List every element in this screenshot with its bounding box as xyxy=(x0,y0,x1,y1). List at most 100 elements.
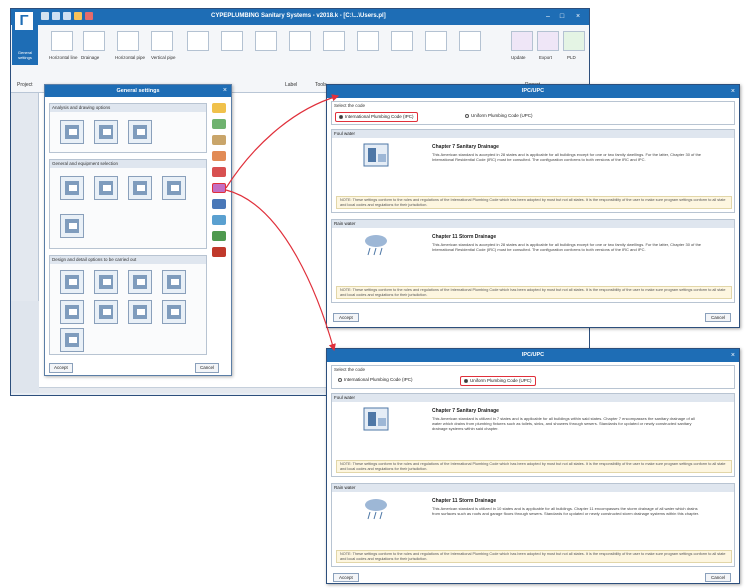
section-equipment: General and equipment selection xyxy=(49,159,207,249)
cancel-button[interactable]: Cancel xyxy=(195,363,220,373)
design-option-6-icon[interactable] xyxy=(94,300,118,324)
horizontal-scrollbar[interactable] xyxy=(39,387,349,393)
undo-icon[interactable] xyxy=(52,12,60,20)
close-icon[interactable]: × xyxy=(223,85,227,97)
accept-button[interactable]: Accept xyxy=(333,313,359,322)
radio-selected-icon xyxy=(464,378,468,383)
side-darkgreen-icon[interactable] xyxy=(212,231,226,241)
rain-water-label: Rain water xyxy=(332,484,734,492)
materials-icon[interactable] xyxy=(128,176,152,200)
calculator-icon[interactable] xyxy=(60,120,84,144)
ribbon: Horizontal line Drainage Horizontal pipe… xyxy=(11,25,589,93)
foul-chapter-title: Chapter 7 Sanitary Drainage xyxy=(432,408,499,414)
design-option-4-icon[interactable] xyxy=(162,270,186,294)
tab-label[interactable]: Label xyxy=(281,81,301,91)
sanitary-drainage-icon xyxy=(363,407,389,431)
pipe-icon[interactable] xyxy=(60,176,84,200)
upc-option-label: Uniform Plumbing Code (UPC) xyxy=(471,113,533,118)
radio-icon xyxy=(465,113,469,118)
tool-button-6[interactable] xyxy=(357,31,379,51)
document-icon[interactable] xyxy=(162,176,186,200)
open-icon[interactable] xyxy=(74,12,82,20)
close-icon[interactable]: × xyxy=(731,85,735,98)
tool-button-9[interactable] xyxy=(459,31,481,51)
pld-button[interactable] xyxy=(563,31,585,51)
code-selector: Select the code International Plumbing C… xyxy=(331,101,735,125)
tool-button-2[interactable] xyxy=(221,31,243,51)
ipc-option[interactable]: International Plumbing Code (IPC) xyxy=(335,376,416,384)
side-blue-icon[interactable] xyxy=(212,199,226,209)
rain-chapter-title: Chapter 11 Storm Drainage xyxy=(432,234,497,240)
update-button[interactable] xyxy=(511,31,533,51)
ipc-upc-icon[interactable] xyxy=(212,183,226,193)
foul-water-label: Foul water xyxy=(332,394,734,402)
drainage-label: Drainage xyxy=(81,55,100,60)
rain-chapter-title: Chapter 11 Storm Drainage xyxy=(432,498,497,504)
minimize-button[interactable]: – xyxy=(543,12,553,21)
options-icon[interactable] xyxy=(94,120,118,144)
horizontal-line-button[interactable] xyxy=(51,31,73,51)
side-yellow-icon[interactable] xyxy=(212,103,226,113)
fixtures-icon[interactable] xyxy=(94,176,118,200)
save-icon[interactable] xyxy=(41,12,49,20)
side-darkred-icon[interactable] xyxy=(212,247,226,257)
tab-project[interactable]: Project xyxy=(13,81,37,91)
accept-button[interactable]: Accept xyxy=(333,573,359,582)
side-green-icon[interactable] xyxy=(212,119,226,129)
design-option-5-icon[interactable] xyxy=(60,300,84,324)
export-button[interactable] xyxy=(537,31,559,51)
app-logo[interactable]: Γ xyxy=(13,10,35,32)
tool-button-5[interactable] xyxy=(323,31,345,51)
foul-note: NOTE: These settings conform to the rule… xyxy=(336,196,732,209)
tool-button-8[interactable] xyxy=(425,31,447,51)
tool-button-3[interactable] xyxy=(255,31,277,51)
upc-option-label: Uniform Plumbing Code (UPC) xyxy=(470,378,532,383)
tool-button-1[interactable] xyxy=(187,31,209,51)
drain-icon[interactable] xyxy=(60,214,84,238)
close-button[interactable]: × xyxy=(573,12,583,21)
horizontal-pipe-button[interactable] xyxy=(117,31,139,51)
accept-button[interactable]: Accept xyxy=(49,363,73,373)
upc-option[interactable]: Uniform Plumbing Code (UPC) xyxy=(460,376,536,386)
tool-button-7[interactable] xyxy=(391,31,413,51)
update-label: Update xyxy=(511,55,526,60)
radio-selected-icon xyxy=(339,114,343,119)
ipc-option[interactable]: International Plumbing Code (IPC) xyxy=(335,112,418,122)
foul-water-block: Foul water Chapter 7 Sanitary Drainage T… xyxy=(331,129,735,213)
storm-drainage-icon xyxy=(365,235,387,256)
resize-icon[interactable] xyxy=(128,120,152,144)
side-tan-icon[interactable] xyxy=(212,135,226,145)
side-lightblue-icon[interactable] xyxy=(212,215,226,225)
title-bar: CYPEPLUMBING Sanitary Systems - v2018.k … xyxy=(11,9,589,25)
side-red-icon[interactable] xyxy=(212,167,226,177)
help-icon[interactable] xyxy=(85,12,93,20)
rain-chapter-body: This American standard is utilized in 10… xyxy=(432,506,700,516)
ipc-option-label: International Plumbing Code (IPC) xyxy=(344,377,413,382)
section-equipment-title: General and equipment selection xyxy=(50,160,206,168)
upc-dialog-title: IPC/UPC xyxy=(327,349,739,362)
cancel-button[interactable]: Cancel xyxy=(705,573,732,582)
general-settings-button-label: General settings xyxy=(17,50,33,60)
cancel-button[interactable]: Cancel xyxy=(705,313,732,322)
drainage-button[interactable] xyxy=(83,31,105,51)
design-option-8-icon[interactable] xyxy=(162,300,186,324)
vertical-pipe-button[interactable] xyxy=(151,31,173,51)
general-settings-title: General settings xyxy=(45,85,231,97)
design-option-1-icon[interactable] xyxy=(60,270,84,294)
redo-icon[interactable] xyxy=(63,12,71,20)
close-icon[interactable]: × xyxy=(731,349,735,362)
design-option-9-icon[interactable] xyxy=(60,328,84,352)
design-option-7-icon[interactable] xyxy=(128,300,152,324)
upc-dialog: IPC/UPC × Select the code International … xyxy=(326,348,740,584)
design-option-2-icon[interactable] xyxy=(94,270,118,294)
tool-button-4[interactable] xyxy=(289,31,311,51)
foul-chapter-body: This American standard is utilized in 7 … xyxy=(432,416,695,431)
foul-water-label: Foul water xyxy=(332,130,734,138)
side-orange-icon[interactable] xyxy=(212,151,226,161)
upc-option[interactable]: Uniform Plumbing Code (UPC) xyxy=(462,112,536,120)
foul-water-block: Foul water Chapter 7 Sanitary Drainage T… xyxy=(331,393,735,477)
design-option-3-icon[interactable] xyxy=(128,270,152,294)
rain-note: NOTE: These settings conform to the rule… xyxy=(336,286,732,299)
storm-drainage-icon xyxy=(365,499,387,520)
maximize-button[interactable]: □ xyxy=(557,12,567,21)
